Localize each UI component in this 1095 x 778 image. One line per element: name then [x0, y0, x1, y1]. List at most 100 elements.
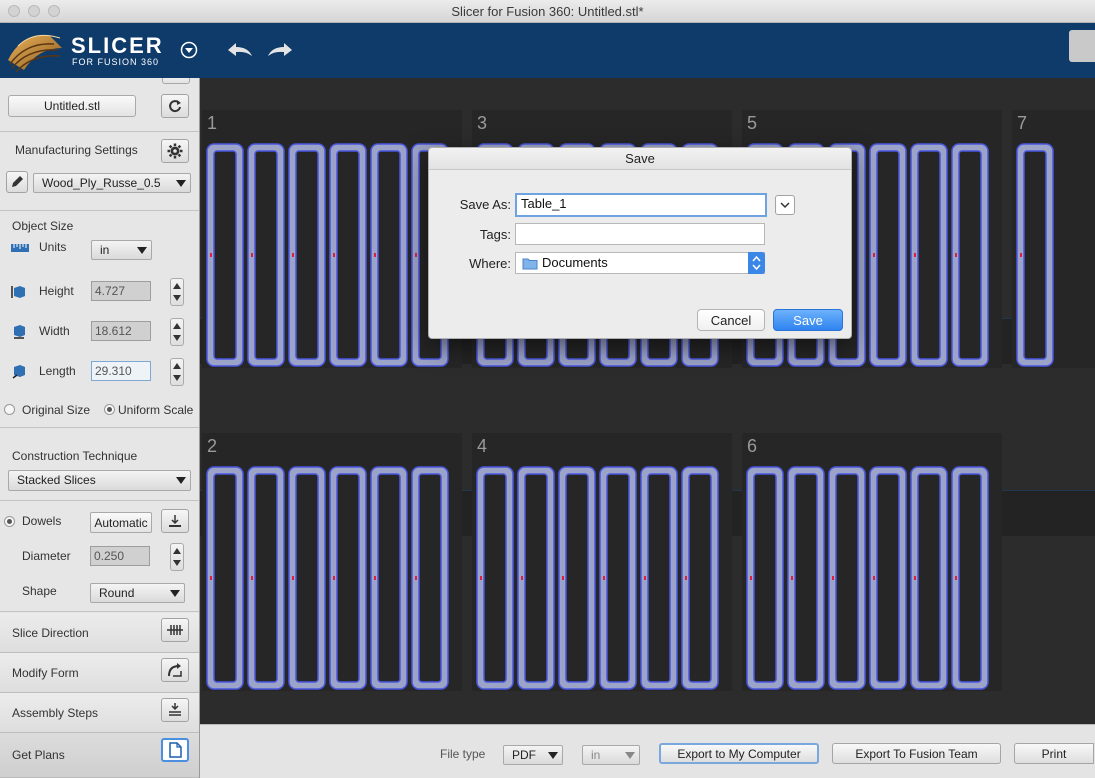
- length-stepper[interactable]: [170, 358, 184, 386]
- brand-title: SLICER: [71, 33, 164, 58]
- slice-label-mark: [914, 253, 916, 257]
- slice-label-mark: [480, 576, 482, 580]
- edit-material-button[interactable]: [6, 171, 28, 193]
- shape-dropdown[interactable]: Round: [90, 583, 185, 603]
- object-size-section: Object Size Units in Height 4.727 Width …: [0, 211, 199, 428]
- material-value: Wood_Ply_Russe_0.5: [42, 176, 161, 190]
- dowels-automatic-button[interactable]: Automatic: [90, 512, 152, 533]
- file-type-dropdown[interactable]: PDF: [503, 745, 563, 765]
- slice-label-mark: [1020, 253, 1022, 257]
- slice-cutout: [917, 150, 941, 360]
- slice-cutout: [336, 150, 360, 360]
- original-size-radio[interactable]: [4, 404, 15, 415]
- cutting-sheet[interactable]: 1: [202, 110, 462, 368]
- height-label: Height: [39, 284, 74, 298]
- save-button[interactable]: Save: [773, 309, 843, 331]
- ruler-icon: [11, 244, 29, 252]
- assembly-steps-row[interactable]: Assembly Steps: [0, 693, 199, 733]
- where-label: Where:: [469, 256, 511, 271]
- cutting-sheet[interactable]: 6: [742, 433, 1002, 691]
- slice-parts: [206, 466, 449, 690]
- dowels-radio[interactable]: [4, 516, 15, 527]
- length-label: Length: [39, 364, 76, 378]
- gear-icon: [167, 143, 183, 159]
- expand-dialog-button[interactable]: [775, 195, 795, 215]
- brand-subtitle: FOR FUSION 360: [72, 57, 160, 67]
- modify-form-row[interactable]: Modify Form: [0, 653, 199, 693]
- app-window: Slicer for Fusion 360: Untitled.stl* SLI…: [0, 0, 1095, 778]
- where-stepper[interactable]: [748, 252, 765, 274]
- assembly-steps-button[interactable]: [161, 698, 189, 722]
- slice-direction-row[interactable]: Slice Direction: [0, 613, 199, 653]
- cancel-button[interactable]: Cancel: [697, 309, 765, 331]
- slice-label-mark: [292, 576, 294, 580]
- file-name-button[interactable]: Untitled.stl: [8, 95, 136, 117]
- slice-label-mark: [210, 253, 212, 257]
- slice-cutout: [524, 473, 548, 683]
- export-to-fusion-team-button[interactable]: Export To Fusion Team: [832, 743, 1001, 764]
- export-bar: File type PDF in Export to My Computer E…: [200, 724, 1095, 778]
- menu-dropdown-button[interactable]: [176, 38, 202, 62]
- where-select[interactable]: Documents: [515, 252, 765, 274]
- slice-cutout: [336, 473, 360, 683]
- slice-direction-button[interactable]: [161, 618, 189, 642]
- redo-arrow-icon: [268, 43, 292, 56]
- folder-icon: [522, 258, 538, 270]
- slice-label-mark: [415, 253, 417, 257]
- refresh-button[interactable]: [161, 94, 189, 118]
- document-icon: [169, 742, 182, 758]
- undo-arrow-icon: [228, 43, 252, 56]
- chevron-down-icon: [176, 180, 186, 187]
- height-field[interactable]: 4.727: [91, 281, 151, 301]
- cutting-sheet[interactable]: 7: [1012, 110, 1095, 368]
- refresh-icon: [169, 100, 181, 113]
- window-title: Slicer for Fusion 360: Untitled.stl*: [451, 4, 644, 19]
- slice-cutout: [958, 150, 982, 360]
- width-stepper[interactable]: [170, 318, 184, 346]
- modify-form-button[interactable]: [161, 658, 189, 682]
- material-dropdown[interactable]: Wood_Ply_Russe_0.5: [33, 173, 191, 193]
- manufacturing-settings-button[interactable]: [161, 139, 189, 163]
- undo-button[interactable]: [225, 38, 255, 62]
- redo-button[interactable]: [265, 38, 295, 62]
- slice-label-mark: [832, 576, 834, 580]
- width-field[interactable]: 18.612: [91, 321, 151, 341]
- height-stepper[interactable]: [170, 278, 184, 306]
- shape-value: Round: [99, 586, 135, 600]
- visibility-toggle[interactable]: [162, 78, 190, 84]
- slice-label-mark: [914, 576, 916, 580]
- uniform-scale-radio[interactable]: [104, 404, 115, 415]
- slice-label-mark: [685, 576, 687, 580]
- slice-cutout: [377, 150, 401, 360]
- assembly-steps-label: Assembly Steps: [12, 706, 99, 720]
- construction-technique-value: Stacked Slices: [17, 473, 96, 487]
- export-unit-dropdown[interactable]: in: [582, 745, 640, 765]
- where-value: Documents: [542, 255, 608, 270]
- diameter-field[interactable]: 0.250: [90, 546, 150, 566]
- sidebar: Untitled.stl Manufacturing Settings Wood…: [0, 78, 200, 778]
- diameter-label: Diameter: [22, 549, 71, 563]
- cutting-sheet[interactable]: 4: [472, 433, 732, 691]
- slice-cutout: [254, 473, 278, 683]
- slice-parts: [1016, 143, 1054, 367]
- get-plans-button[interactable]: [161, 738, 189, 762]
- dowel-placement-button[interactable]: [161, 509, 189, 533]
- units-value: in: [100, 243, 110, 257]
- diameter-stepper[interactable]: [170, 543, 184, 571]
- length-field[interactable]: 29.310: [91, 361, 151, 381]
- slice-label-mark: [644, 576, 646, 580]
- construction-technique-dropdown[interactable]: Stacked Slices: [8, 470, 191, 491]
- tags-input[interactable]: [515, 223, 765, 245]
- fusion-panel-toggle[interactable]: [1069, 30, 1095, 62]
- cutting-sheet[interactable]: 2: [202, 433, 462, 691]
- save-dialog: Save Save As: Table_1 Tags: Where: Docum…: [428, 147, 852, 339]
- dialog-title: Save: [429, 148, 851, 170]
- save-as-input[interactable]: Table_1: [515, 193, 767, 217]
- slice-cutout: [794, 473, 818, 683]
- get-plans-row[interactable]: Get Plans: [0, 733, 199, 778]
- units-dropdown[interactable]: in: [91, 240, 152, 260]
- shape-label: Shape: [22, 584, 57, 598]
- print-button[interactable]: Print: [1014, 743, 1094, 764]
- export-to-computer-button[interactable]: Export to My Computer: [659, 743, 819, 764]
- slice-label-mark: [374, 576, 376, 580]
